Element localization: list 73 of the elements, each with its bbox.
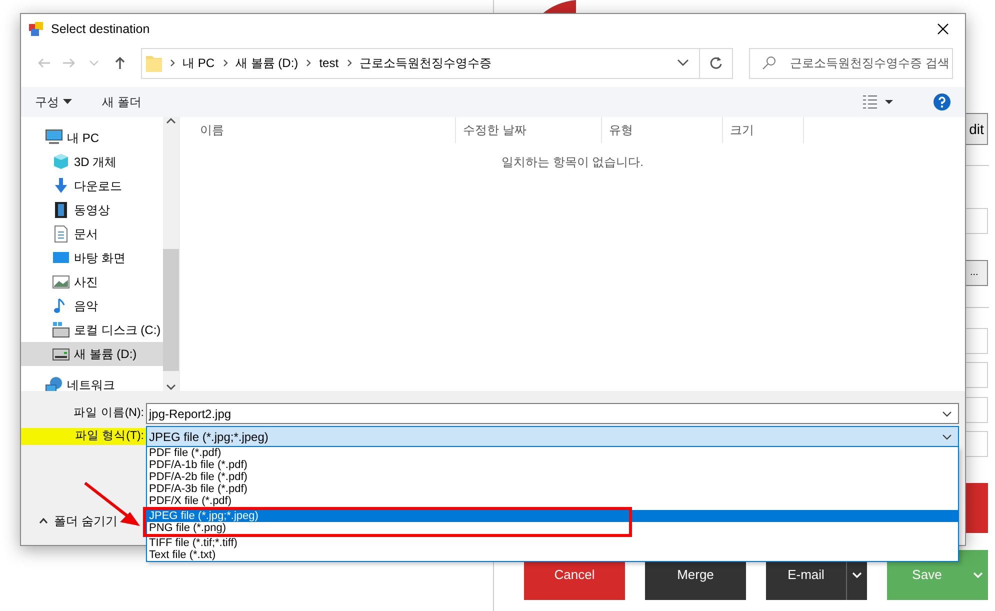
hide-folders-button[interactable]: 폴더 숨기기 xyxy=(33,511,124,531)
download-arrow-icon xyxy=(52,177,70,195)
scrollbar-thumb[interactable] xyxy=(163,249,179,371)
sidebar-item[interactable]: 바탕 화면 xyxy=(21,246,163,270)
breadcrumb-item[interactable]: test xyxy=(319,54,339,72)
file-type-dropdown[interactable]: JPEG file (*.jpg;*.jpeg) xyxy=(146,426,959,447)
input-field[interactable] xyxy=(965,397,988,423)
input-field[interactable] xyxy=(965,431,988,457)
chevron-down-icon xyxy=(942,410,952,416)
input-field[interactable] xyxy=(965,208,988,234)
column-header[interactable]: 이름 xyxy=(180,117,456,143)
window-title: Select destination xyxy=(51,20,150,38)
folder-icon xyxy=(146,54,162,72)
app-panel xyxy=(965,483,988,533)
chevron-icon xyxy=(222,58,229,68)
file-name-field[interactable]: jpg-Report2.jpg xyxy=(146,403,959,424)
computer-icon xyxy=(45,129,63,147)
chevron-icon xyxy=(346,58,353,68)
new-folder-button[interactable]: 새 폴더 xyxy=(102,93,142,111)
sidebar-item[interactable]: 로컬 디스크 (C:) xyxy=(21,318,163,342)
column-header[interactable]: 크기 xyxy=(723,117,804,143)
sidebar-item[interactable]: 음악 xyxy=(21,294,163,318)
dropdown-option[interactable]: PDF/X file (*.pdf) xyxy=(147,495,958,507)
sidebar-item[interactable]: 내 PC xyxy=(21,126,163,150)
close-icon xyxy=(937,23,949,35)
sidebar-item[interactable]: 문서 xyxy=(21,222,163,246)
browse-button[interactable]: ... xyxy=(965,260,988,286)
chevron-icon xyxy=(305,58,312,68)
app-icon xyxy=(29,22,44,36)
help-icon[interactable] xyxy=(933,93,951,111)
view-options-icon[interactable] xyxy=(863,95,893,109)
input-field[interactable] xyxy=(965,362,988,388)
scroll-down-icon[interactable] xyxy=(166,383,176,391)
breadcrumb-item[interactable]: 근로소득원천징수영수증 xyxy=(360,54,492,72)
dropdown-option[interactable]: JPEG file (*.jpg;*.jpeg) xyxy=(147,510,958,522)
cube-icon xyxy=(52,153,70,171)
breadcrumb-item[interactable]: 내 PC xyxy=(182,54,215,72)
field-label: 파일 이름(N): xyxy=(72,406,145,421)
edit-button[interactable]: dit xyxy=(965,113,988,145)
back-arrow-icon xyxy=(36,56,51,70)
forward-arrow-icon xyxy=(62,56,76,70)
chevron-icon xyxy=(168,58,176,68)
sidebar-item[interactable]: 3D 개체 xyxy=(21,150,163,174)
sidebar-item[interactable]: 동영상 xyxy=(21,198,163,222)
film-icon xyxy=(52,201,70,219)
search-field[interactable]: 근로소득원천징수영수증 검색 xyxy=(749,48,954,78)
address-bar[interactable]: 내 PC 새 볼륨 (D:) test 근로소득원천징수영수증 xyxy=(140,48,734,78)
drive-icon xyxy=(52,321,70,339)
column-header[interactable]: 수정한 날짜 xyxy=(456,117,602,143)
field-label: 파일 형식(T): xyxy=(21,428,146,446)
dropdown-option[interactable]: PDF/A-2b file (*.pdf) xyxy=(147,471,958,483)
breadcrumb-item[interactable]: 새 볼륨 (D:) xyxy=(236,54,298,72)
caret-icon xyxy=(63,99,72,105)
dropdown-option[interactable]: PDF/A-3b file (*.pdf) xyxy=(147,483,958,495)
chevron-up-icon xyxy=(39,518,48,524)
picture-icon xyxy=(52,273,70,291)
chevron-down-icon xyxy=(942,434,952,440)
organize-menu[interactable]: 구성 xyxy=(35,93,72,111)
dropdown-option[interactable]: TIFF file (*.tif;*.tiff) xyxy=(147,537,958,549)
input-field[interactable] xyxy=(965,328,988,354)
scroll-up-icon[interactable] xyxy=(166,117,176,125)
sidebar-item[interactable]: 사진 xyxy=(21,270,163,294)
search-icon xyxy=(762,56,776,70)
dropdown-option[interactable]: PDF/A-1b file (*.pdf) xyxy=(147,459,958,471)
dropdown-option[interactable]: PDF file (*.pdf) xyxy=(147,447,958,459)
column-header[interactable]: 유형 xyxy=(602,117,723,143)
sidebar-item[interactable]: 다운로드 xyxy=(21,174,163,198)
sidebar-item[interactable]: 새 볼륨 (D:) xyxy=(21,342,163,366)
empty-message: 일치하는 항목이 없습니다. xyxy=(500,154,644,171)
dropdown-icon[interactable] xyxy=(677,59,690,67)
document-icon xyxy=(52,225,70,243)
up-arrow-icon xyxy=(112,56,127,70)
refresh-icon[interactable] xyxy=(709,56,724,70)
